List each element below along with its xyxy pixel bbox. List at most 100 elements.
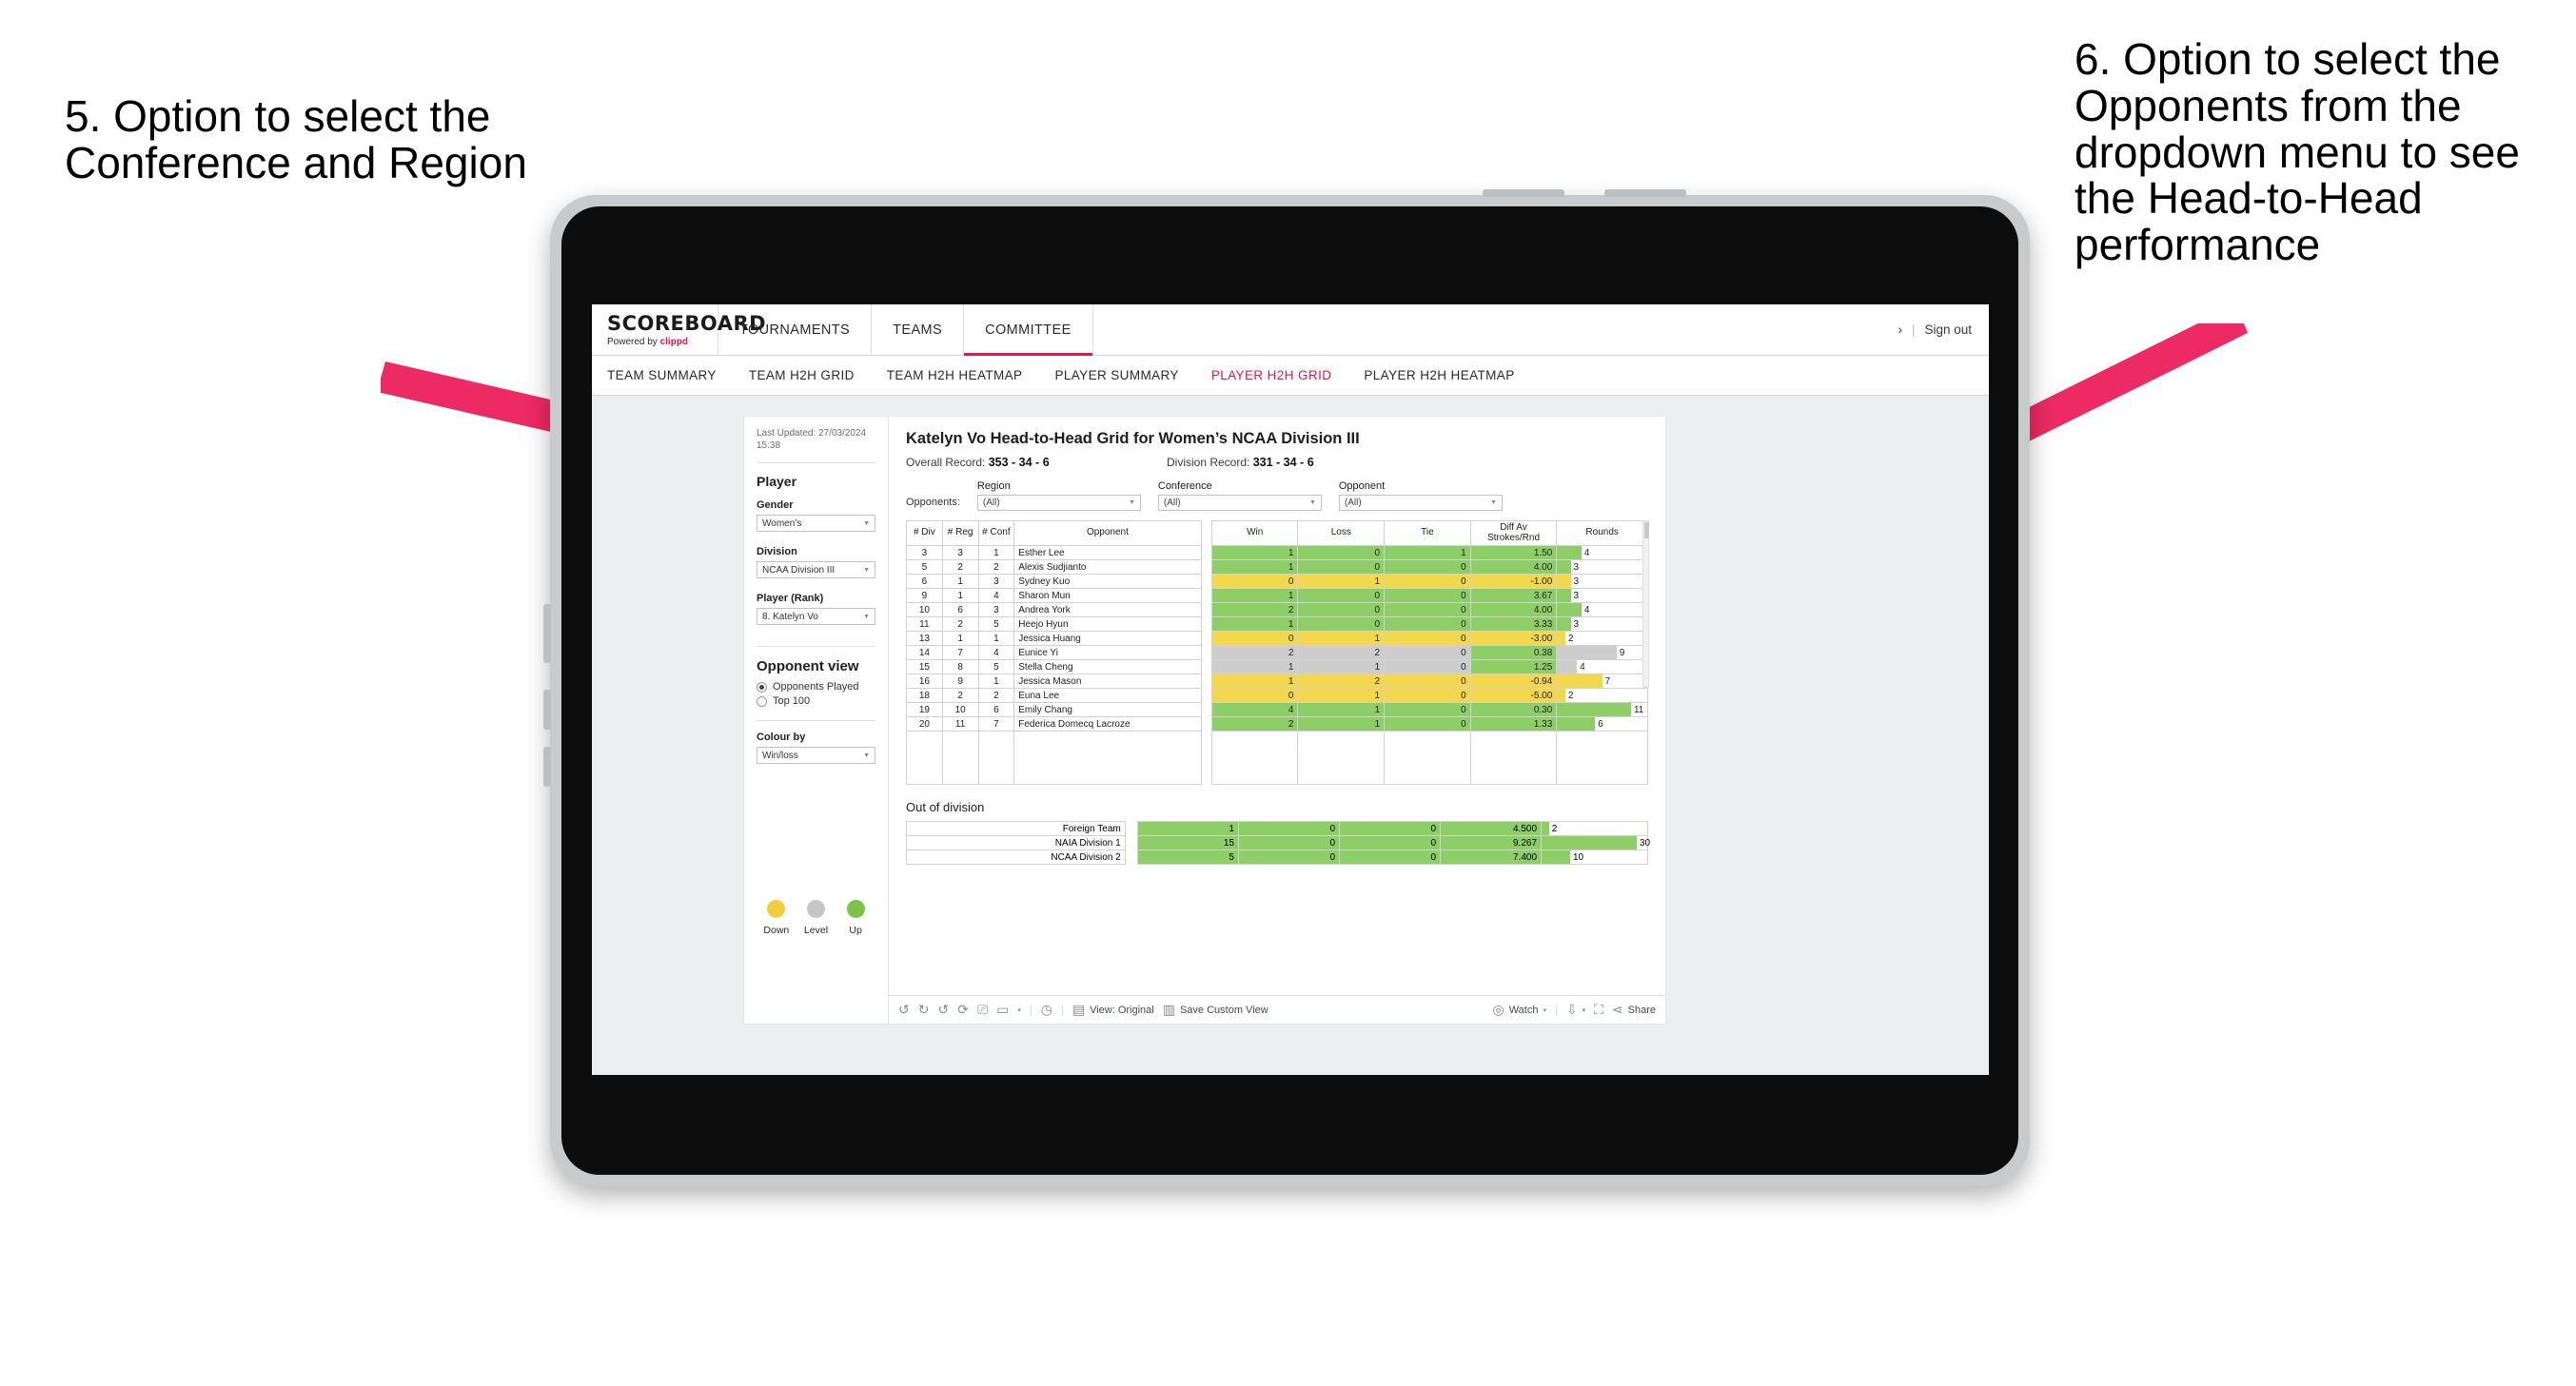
cell-win: 4 — [1210, 702, 1299, 717]
watch-button[interactable]: ◎ Watch ▾ — [1492, 1002, 1546, 1018]
cell-rounds: 3 — [1556, 574, 1648, 589]
refresh-icon[interactable]: ⟳ — [957, 1002, 969, 1018]
table-row[interactable]: 5 2 2 Alexis Sudjianto 1 0 0 4.00 3 — [906, 559, 1648, 575]
conference-label: Conference — [1157, 480, 1212, 492]
col-header-div[interactable]: # Div — [906, 520, 943, 546]
table-row[interactable]: 20 11 7 Federica Domecq Lacroze 2 1 0 1.33 6 — [906, 716, 1648, 732]
col-header-reg[interactable]: # Reg — [941, 520, 979, 546]
report-main: Katelyn Vo Head-to-Head Grid for Women’s… — [889, 417, 1665, 1024]
chevron-right-icon[interactable]: › — [1898, 322, 1902, 337]
colour-by-select[interactable]: Win/loss ▼ — [757, 747, 875, 764]
region-select[interactable]: (All) ▼ — [976, 495, 1141, 511]
table-row[interactable]: 19 10 6 Emily Chang 4 1 0 0.30 11 — [906, 702, 1648, 717]
col-header-rounds[interactable]: Rounds — [1556, 520, 1648, 546]
table-row[interactable]: 14 7 4 Eunice Yi 2 2 0 0.38 9 — [906, 645, 1648, 660]
account-area[interactable]: › | Sign out — [1880, 304, 1989, 355]
table-row[interactable]: 3 3 1 Esther Lee 1 0 1 1.50 4 — [906, 545, 1648, 560]
radio-opponents-played[interactable]: Opponents Played — [757, 681, 875, 693]
division-select[interactable]: NCAA Division III ▼ — [757, 561, 875, 578]
brand-logo[interactable]: SCOREBOARD Powered by clippd — [592, 304, 766, 355]
shape-icon[interactable]: ▭ — [996, 1002, 1009, 1018]
player-rank-select[interactable]: 8. Katelyn Vo ▼ — [757, 608, 875, 625]
colour-legend: Down Level Up — [757, 900, 875, 936]
vertical-scrollbar[interactable] — [1642, 520, 1649, 688]
cell-div: 10 — [906, 602, 943, 617]
redo-icon[interactable]: ↻ — [918, 1002, 930, 1018]
rounds-value: 3 — [1573, 618, 1580, 630]
screenshot-root: 5. Option to select the Conference and R… — [0, 0, 2576, 1386]
col-header-opponent[interactable]: Opponent — [1013, 520, 1202, 546]
cell-win: 1 — [1210, 559, 1299, 575]
table-row[interactable]: 13 1 1 Jessica Huang 0 1 0 -3.00 2 — [906, 631, 1648, 646]
col-header-conf[interactable]: # Conf — [977, 520, 1015, 546]
view-original-button[interactable]: ▤ View: Original — [1072, 1002, 1154, 1018]
scrollbar-thumb[interactable] — [1644, 522, 1649, 538]
opponent-select[interactable]: (All) ▼ — [1338, 495, 1503, 511]
chevron-down-icon: ▼ — [1308, 499, 1316, 506]
cell-diff: 0.38 — [1469, 645, 1558, 660]
col-header-tie[interactable]: Tie — [1384, 520, 1471, 546]
cell-tie: 1 — [1384, 545, 1471, 560]
col-header-win[interactable]: Win — [1210, 520, 1299, 546]
out-of-division-row[interactable]: NCAA Division 2 5 0 0 7.400 10 — [906, 849, 1648, 865]
out-of-division-body: Foreign Team 1 0 0 4.500 2 NAIA Division 1 15 0 0… — [906, 821, 1650, 865]
conference-select[interactable]: (All) ▼ — [1157, 495, 1322, 511]
subnav-item-player-h2h-grid[interactable]: PLAYER H2H GRID — [1211, 368, 1332, 382]
player-rank-label: Player (Rank) — [757, 593, 824, 604]
table-row[interactable]: 10 6 3 Andrea York 2 0 0 4.00 4 — [906, 602, 1648, 617]
col-header-loss[interactable]: Loss — [1297, 520, 1386, 546]
cell-reg: 9 — [941, 673, 979, 689]
subnav-item-team-h2h-heatmap[interactable]: TEAM H2H HEATMAP — [887, 368, 1023, 382]
cell-tie: 0 — [1384, 616, 1471, 632]
table-row[interactable]: 15 8 5 Stella Cheng 1 1 0 1.25 4 — [906, 659, 1648, 674]
fullscreen-icon[interactable]: ⛶ — [1594, 1002, 1603, 1018]
cell-tie: 0 — [1384, 716, 1471, 732]
subnav-item-player-summary[interactable]: PLAYER SUMMARY — [1054, 368, 1178, 382]
sidebar-heading-player: Player — [757, 474, 797, 489]
table-row[interactable]: 18 2 2 Euna Lee 0 1 0 -5.00 2 — [906, 688, 1648, 703]
col-header-diff[interactable]: Diff Av Strokes/Rnd — [1469, 520, 1558, 546]
pause-updates-icon[interactable]: ⎚ — [977, 1002, 988, 1018]
gender-select[interactable]: Women’s ▼ — [757, 515, 875, 532]
cell-div: 11 — [906, 616, 943, 632]
subnav-item-team-summary[interactable]: TEAM SUMMARY — [607, 368, 717, 382]
region-filter: Region (All) ▼ — [976, 480, 1141, 511]
out-of-division-row[interactable]: Foreign Team 1 0 0 4.500 2 — [906, 821, 1648, 836]
top-navigation-bar: SCOREBOARD Powered by clippd TOURNAMENTS… — [592, 304, 1989, 356]
rounds-value: 3 — [1573, 576, 1580, 587]
topnav-item-tournaments[interactable]: TOURNAMENTS — [718, 304, 873, 355]
topnav-item-teams[interactable]: TEAMS — [872, 304, 965, 355]
chevron-down-icon: ▼ — [1489, 499, 1497, 506]
save-custom-view-button[interactable]: ▥ Save Custom View — [1163, 1002, 1268, 1018]
out-of-division-row[interactable]: NAIA Division 1 15 0 0 9.267 30 — [906, 835, 1650, 850]
division-label: Division — [757, 546, 797, 557]
cell-conf: 5 — [977, 659, 1015, 674]
subnav-item-team-h2h-grid[interactable]: TEAM H2H GRID — [749, 368, 855, 382]
cell-div: 14 — [906, 645, 943, 660]
clock-icon[interactable]: ◷ — [1041, 1002, 1052, 1018]
table-row[interactable]: 9 1 4 Sharon Mun 1 0 0 3.67 3 — [906, 588, 1648, 603]
chevron-down-icon[interactable]: ▾ — [1017, 1006, 1021, 1014]
gender-label: Gender — [757, 499, 794, 511]
rounds-bar — [1557, 674, 1603, 688]
topnav-item-committee[interactable]: COMMITTEE — [964, 304, 1093, 356]
opponent-filter: Opponent (All) ▼ — [1338, 480, 1503, 511]
sign-out-button[interactable]: Sign out — [1924, 322, 1972, 337]
cell-diff: -3.00 — [1469, 631, 1558, 646]
table-row[interactable]: 16 9 1 Jessica Mason 1 2 0 -0.94 7 — [906, 673, 1648, 689]
table-row[interactable]: 6 1 3 Sydney Kuo 0 1 0 -1.00 3 — [906, 574, 1648, 589]
ood-label: Foreign Team — [906, 821, 1126, 836]
ood-tie: 0 — [1338, 821, 1442, 836]
download-button[interactable]: ⇩ ▾ — [1566, 1002, 1585, 1018]
topnav-spacer — [1093, 304, 1881, 355]
rounds-value: 6 — [1598, 718, 1603, 730]
tablet-top-button-1 — [1483, 189, 1564, 197]
revert-icon[interactable]: ↺ — [937, 1002, 949, 1018]
cell-conf: 4 — [977, 588, 1015, 603]
undo-icon[interactable]: ↺ — [898, 1002, 910, 1018]
subnav-item-player-h2h-heatmap[interactable]: PLAYER H2H HEATMAP — [1364, 368, 1514, 382]
table-row[interactable]: 11 2 5 Heejo Hyun 1 0 0 3.33 3 — [906, 616, 1648, 632]
cell-gap — [1201, 673, 1212, 689]
share-button[interactable]: ⋖ Share — [1612, 1002, 1656, 1018]
radio-top-100[interactable]: Top 100 — [757, 695, 875, 707]
